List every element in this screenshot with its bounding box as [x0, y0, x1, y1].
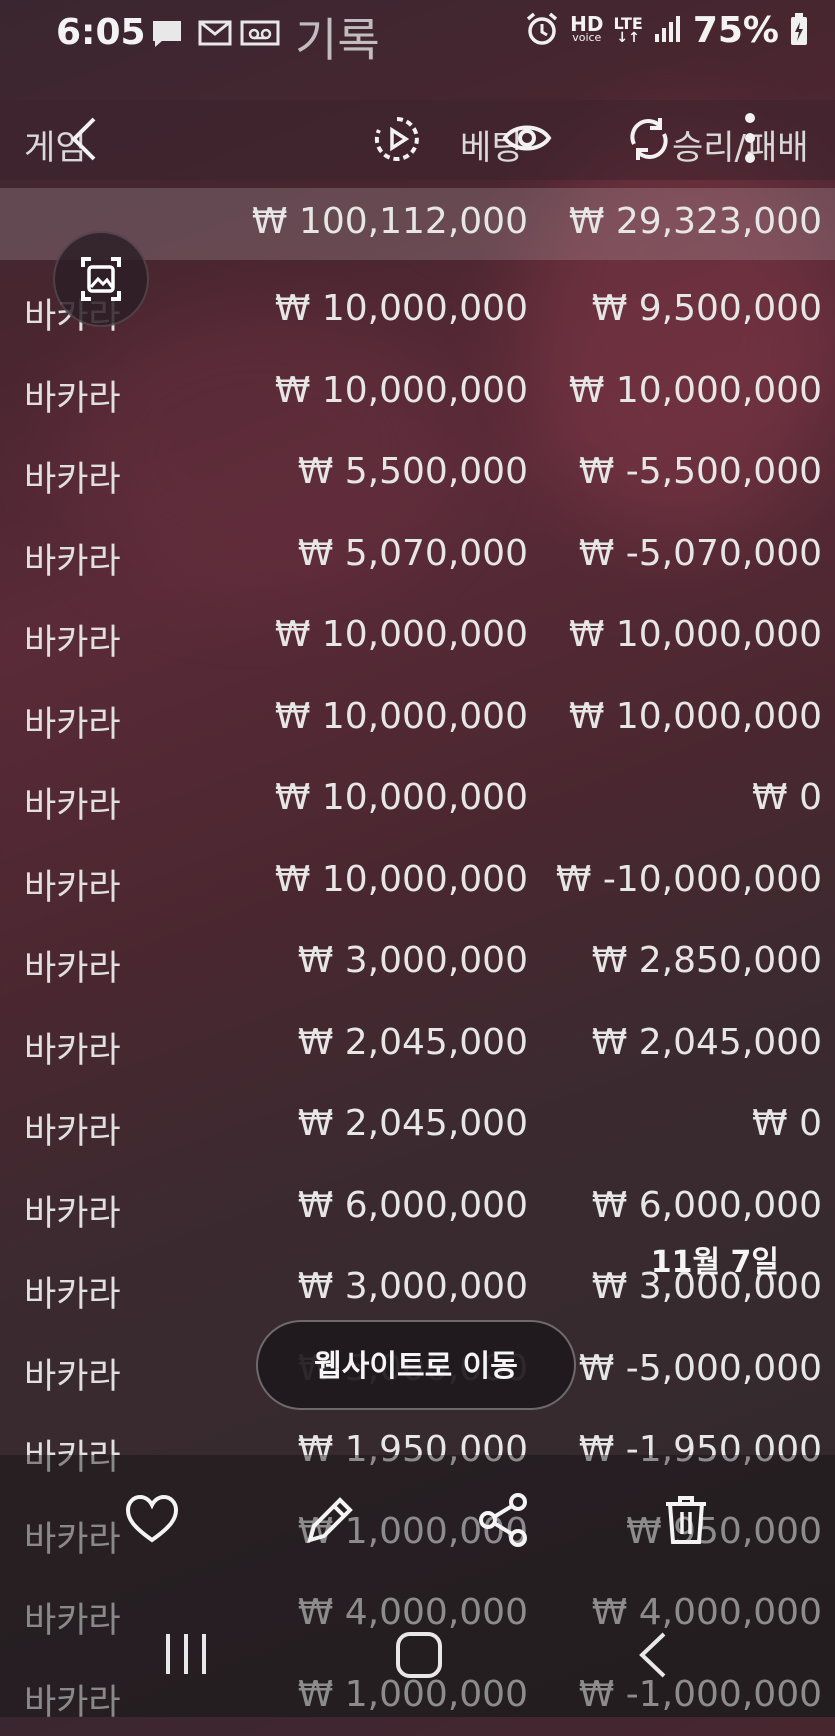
table-header: 게임 베팅 승리/패배: [0, 100, 835, 180]
row-bet: ₩ 10,000,000: [274, 614, 528, 655]
row-bet: ₩ 2,045,000: [297, 1021, 528, 1063]
row-game: 바카라: [24, 867, 121, 908]
extract-image-button[interactable]: [53, 231, 149, 327]
row-bet: ₩ 10,000,000: [274, 858, 528, 900]
row-bet: ₩ 2,045,000: [297, 1103, 528, 1144]
more-options-icon[interactable]: [744, 112, 756, 168]
recents-icon[interactable]: [156, 1620, 216, 1690]
row-bet: ₩ 10,000,000: [274, 369, 528, 411]
table-row: 바카라 ₩ 10,000,000 ₩ 10,000,000: [0, 596, 835, 676]
row-result: ₩ -10,000,000: [555, 858, 822, 900]
network-hd: HD voice: [570, 11, 604, 44]
row-game: 바카라: [24, 949, 121, 989]
row-game: 바카라: [24, 1356, 121, 1397]
status-time: 6:05: [56, 12, 146, 53]
table-row: 바카라 ₩ 2,045,000 ₩ 0: [0, 1085, 835, 1165]
status-bar: 6:05 기록 HD voice LTE ↓↑ 75%: [0, 0, 835, 70]
battery-percent: 75%: [692, 10, 779, 51]
row-game: 바카라: [24, 460, 121, 500]
row-game: 바카라: [24, 378, 121, 419]
remaster-icon[interactable]: [624, 114, 674, 168]
row-bet: ₩ 6,000,000: [297, 1184, 528, 1226]
row-bet: ₩ 10,000,000: [274, 288, 528, 329]
row-result: ₩ 2,850,000: [591, 940, 822, 981]
row-result: ₩ 0: [752, 777, 822, 818]
trash-icon[interactable]: [656, 1490, 716, 1550]
share-icon[interactable]: [474, 1490, 534, 1550]
row-bet: ₩ 3,000,000: [297, 940, 528, 981]
table-row: 바카라 ₩ 10,000,000 ₩ 0: [0, 759, 835, 839]
row-bet: ₩ 10,000,000: [274, 695, 528, 737]
edit-icon[interactable]: [300, 1490, 360, 1550]
row-result: ₩ 10,000,000: [568, 614, 822, 655]
heart-icon[interactable]: [122, 1490, 182, 1550]
image-extract-icon: [81, 257, 121, 301]
voicemail-icon: [240, 20, 280, 50]
row-bet: ₩ 5,500,000: [297, 451, 528, 492]
row-result: ₩ -5,000,000: [578, 1347, 822, 1389]
battery-charging-icon: [789, 12, 809, 50]
go-to-website-button[interactable]: 웹사이트로 이동: [256, 1320, 576, 1410]
signal-icon: [653, 14, 683, 48]
eye-icon[interactable]: [502, 118, 552, 162]
row-result: ₩ -5,070,000: [578, 532, 822, 574]
table-row: 바카라 ₩ 10,000,000 ₩ -10,000,000: [0, 841, 835, 921]
table-row: 바카라 ₩ 3,000,000 ₩ 2,850,000: [0, 922, 835, 1002]
row-result: ₩ 10,000,000: [568, 369, 822, 411]
table-row: 바카라 ₩ 2,045,000 ₩ 2,045,000: [0, 1004, 835, 1084]
row-result: ₩ 10,000,000: [568, 695, 822, 737]
row-game: 바카라: [24, 786, 121, 826]
total-result: ₩ 29,323,000: [568, 201, 822, 242]
row-game: 바카라: [24, 1112, 121, 1152]
table-row: 바카라 ₩ 10,000,000 ₩ 10,000,000: [0, 678, 835, 758]
table-row: 바카라 ₩ 10,000,000 ₩ 10,000,000: [0, 352, 835, 432]
photo-date: 11월 7일: [650, 1245, 779, 1280]
table-row: 바카라 ₩ 6,000,000 ₩ 6,000,000: [0, 1167, 835, 1247]
row-game: 바카라: [24, 1275, 121, 1315]
row-bet: ₩ 3,000,000: [297, 1266, 528, 1307]
mail-icon: [198, 20, 232, 50]
alarm-icon: [524, 11, 560, 51]
row-game: 바카라: [24, 704, 121, 745]
network-lte: LTE ↓↑: [613, 13, 643, 46]
header-result: 승리/패배: [672, 128, 809, 168]
row-result: ₩ 2,045,000: [591, 1021, 822, 1063]
row-result: ₩ 9,500,000: [591, 288, 822, 329]
motion-photo-icon[interactable]: [372, 114, 422, 168]
row-game: 바카라: [24, 623, 121, 663]
message-icon: [150, 18, 184, 54]
row-game: 바카라: [24, 541, 121, 582]
screen-title: 기록: [295, 13, 380, 67]
nav-back-icon[interactable]: [624, 1620, 684, 1690]
row-result: ₩ 6,000,000: [591, 1184, 822, 1226]
row-game: 바카라: [24, 1030, 121, 1071]
table-row: 바카라 ₩ 5,500,000 ₩ -5,500,000: [0, 433, 835, 513]
row-bet: ₩ 10,000,000: [274, 777, 528, 818]
back-icon[interactable]: [68, 115, 100, 167]
row-bet: ₩ 5,070,000: [297, 532, 528, 574]
row-result: ₩ -5,500,000: [578, 451, 822, 492]
home-icon[interactable]: [390, 1620, 450, 1690]
total-bet: ₩ 100,112,000: [251, 201, 528, 242]
table-row: 바카라 ₩ 5,070,000 ₩ -5,070,000: [0, 515, 835, 595]
row-game: 바카라: [24, 1193, 121, 1234]
row-result: ₩ 0: [752, 1103, 822, 1144]
